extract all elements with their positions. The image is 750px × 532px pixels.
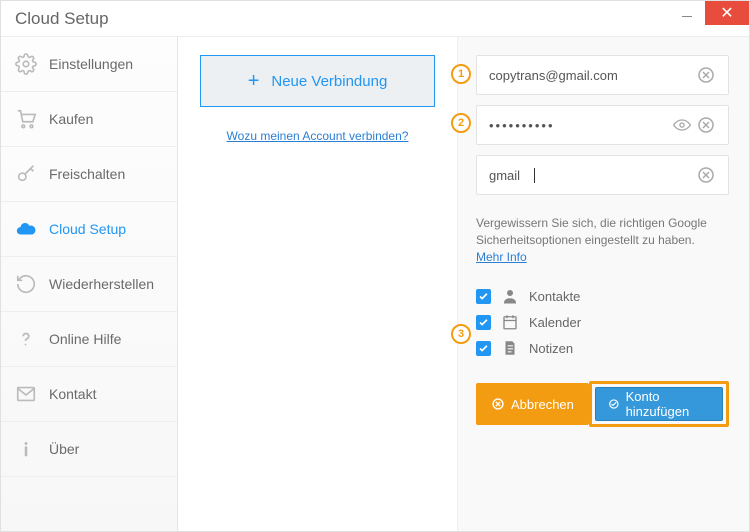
- check-label: Kalender: [529, 315, 581, 330]
- clear-name-icon[interactable]: [696, 165, 716, 185]
- help-icon: [15, 328, 37, 350]
- clear-email-icon[interactable]: [696, 65, 716, 85]
- account-form: Vergewissern Sie sich, die richtigen Goo…: [458, 37, 749, 531]
- cart-icon: [15, 108, 37, 130]
- add-account-button[interactable]: Konto hinzufügen: [595, 387, 723, 421]
- window-title: Cloud Setup: [15, 9, 669, 29]
- key-icon: [15, 163, 37, 185]
- mail-icon: [15, 383, 37, 405]
- new-connection-label: Neue Verbindung: [271, 73, 387, 90]
- window-controls: ✕: [669, 1, 749, 36]
- account-name-input[interactable]: [489, 168, 529, 183]
- check-notes-row: Notizen: [476, 339, 729, 357]
- form-actions: Abbrechen Konto hinzufügen: [476, 381, 729, 427]
- cancel-label: Abbrechen: [511, 397, 574, 412]
- check-label: Kontakte: [529, 289, 580, 304]
- sidebar-item-label: Kontakt: [49, 386, 96, 402]
- sync-options: Kontakte Kalender Notizen: [476, 287, 729, 357]
- clear-password-icon[interactable]: [696, 115, 716, 135]
- email-field-wrap: [476, 55, 729, 95]
- new-connection-button[interactable]: + Neue Verbindung: [200, 55, 435, 107]
- callout-1: 1: [451, 64, 471, 84]
- callout-3: 3: [451, 324, 471, 344]
- cloud-icon: [15, 218, 37, 240]
- plus-icon: +: [248, 70, 260, 93]
- add-account-label: Konto hinzufügen: [626, 389, 710, 419]
- sidebar-item-restore[interactable]: Wiederherstellen: [1, 257, 177, 312]
- email-input[interactable]: [489, 68, 696, 83]
- sidebar-item-buy[interactable]: Kaufen: [1, 92, 177, 147]
- add-account-highlight: Konto hinzufügen: [589, 381, 729, 427]
- info-icon: [15, 438, 37, 460]
- more-info-link[interactable]: Mehr Info: [476, 250, 527, 264]
- sidebar-item-label: Online Hilfe: [49, 331, 121, 347]
- sidebar-item-help[interactable]: Online Hilfe: [1, 312, 177, 367]
- sidebar-item-settings[interactable]: Einstellungen: [1, 37, 177, 92]
- titlebar: Cloud Setup ✕: [1, 1, 749, 37]
- security-hint-text: Vergewissern Sie sich, die richtigen Goo…: [476, 216, 707, 247]
- checkbox-notes[interactable]: [476, 341, 491, 356]
- restore-icon: [15, 273, 37, 295]
- name-field-wrap: [476, 155, 729, 195]
- sidebar-item-label: Freischalten: [49, 166, 125, 182]
- text-cursor: [529, 168, 535, 183]
- sidebar-item-label: Über: [49, 441, 79, 457]
- sidebar-item-about[interactable]: Über: [1, 422, 177, 477]
- contacts-icon: [501, 287, 519, 305]
- sidebar-item-cloud-setup[interactable]: Cloud Setup: [1, 202, 177, 257]
- close-button[interactable]: ✕: [705, 1, 749, 25]
- cancel-button[interactable]: Abbrechen: [476, 383, 589, 425]
- password-input[interactable]: [489, 118, 672, 133]
- sidebar: Einstellungen Kaufen Freischalten Cloud …: [1, 37, 178, 531]
- password-field-wrap: [476, 105, 729, 145]
- check-label: Notizen: [529, 341, 573, 356]
- sidebar-item-contact[interactable]: Kontakt: [1, 367, 177, 422]
- calendar-icon: [501, 313, 519, 331]
- window-body: Einstellungen Kaufen Freischalten Cloud …: [1, 37, 749, 531]
- sidebar-item-label: Cloud Setup: [49, 221, 126, 237]
- minimize-button[interactable]: [669, 1, 705, 25]
- gear-icon: [15, 53, 37, 75]
- sidebar-item-label: Einstellungen: [49, 56, 133, 72]
- sidebar-item-label: Kaufen: [49, 111, 93, 127]
- check-contacts-row: Kontakte: [476, 287, 729, 305]
- security-hint: Vergewissern Sie sich, die richtigen Goo…: [476, 215, 729, 265]
- callout-2: 2: [451, 113, 471, 133]
- check-calendar-row: Kalender: [476, 313, 729, 331]
- sidebar-item-label: Wiederherstellen: [49, 276, 154, 292]
- checkbox-contacts[interactable]: [476, 289, 491, 304]
- checkbox-calendar[interactable]: [476, 315, 491, 330]
- app-window: 1 2 3 Cloud Setup ✕ Einstellungen Kaufen: [0, 0, 750, 532]
- reveal-password-icon[interactable]: [672, 115, 692, 135]
- connections-panel: + Neue Verbindung Wozu meinen Account ve…: [178, 37, 458, 531]
- notes-icon: [501, 339, 519, 357]
- sidebar-item-unlock[interactable]: Freischalten: [1, 147, 177, 202]
- why-connect-link[interactable]: Wozu meinen Account verbinden?: [227, 129, 409, 143]
